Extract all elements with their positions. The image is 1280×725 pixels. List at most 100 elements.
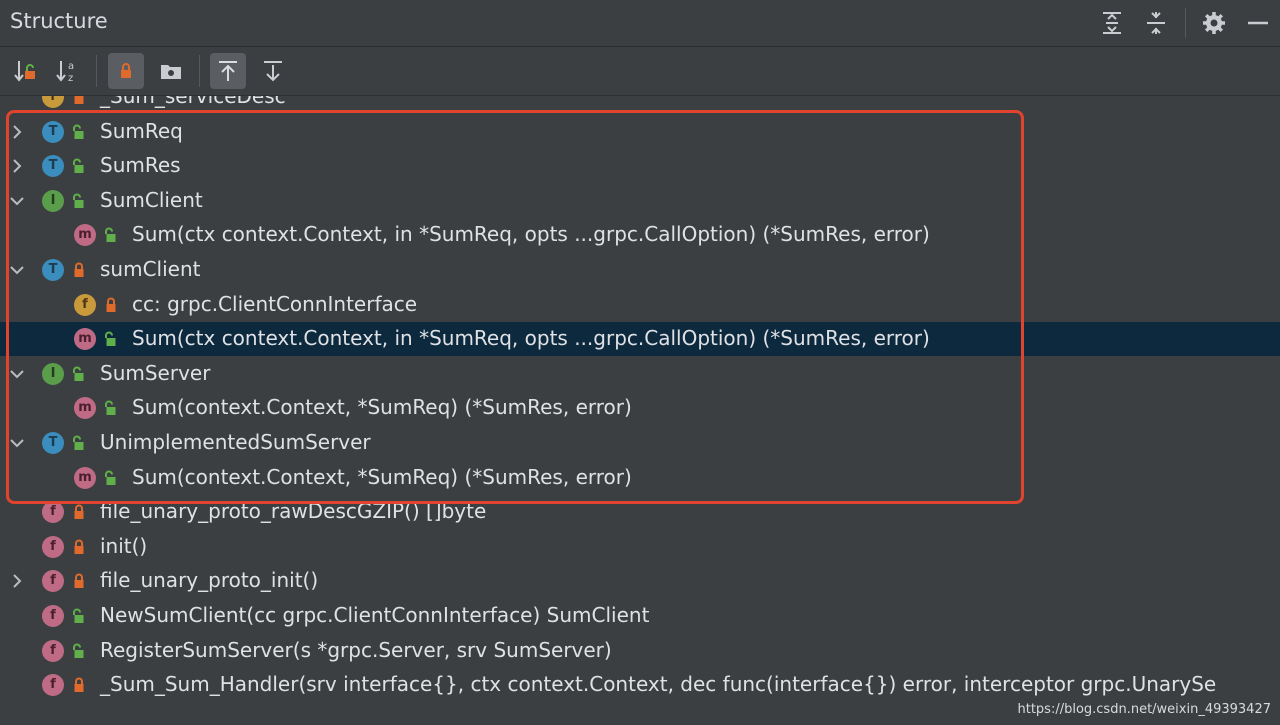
tree-row[interactable]: m Sum(context.Context, *SumReq) (*SumRes,…: [0, 461, 1280, 495]
public-lock-icon: [71, 124, 87, 140]
tree-row[interactable]: f cc: grpc.ClientConnInterface: [0, 288, 1280, 322]
chevron-right-icon[interactable]: [8, 157, 26, 175]
show-non-public-icon: [121, 63, 131, 78]
tree-row[interactable]: T UnimplementedSumServer: [0, 426, 1280, 460]
function-icon: f: [42, 674, 64, 697]
tree-row[interactable]: m Sum(context.Context, *SumReq) (*SumRes,…: [0, 391, 1280, 425]
structure-panel-header: Structure: [0, 0, 1280, 47]
tree-row[interactable]: f file_unary_proto_rawDescGZIP() []byte: [0, 495, 1280, 529]
function-icon: f: [42, 605, 64, 627]
tree-row[interactable]: f _Sum_serviceDesc: [0, 96, 1280, 114]
autoscroll-to-source-button[interactable]: [210, 53, 246, 89]
field-icon: f: [74, 293, 96, 316]
sort-alphabetically-button[interactable]: az: [50, 53, 86, 89]
tree-row-label: file_unary_proto_init(): [100, 568, 319, 593]
public-lock-icon: [71, 608, 87, 624]
tree-row-label: file_unary_proto_rawDescGZIP() []byte: [100, 499, 487, 524]
tree-row-label: cc: grpc.ClientConnInterface: [132, 291, 418, 316]
show-fields-icon: [161, 65, 181, 79]
tree-row-label: SumRes: [100, 153, 181, 178]
tree-row-label: NewSumClient(cc grpc.ClientConnInterface…: [100, 603, 650, 627]
tree-row-label: Sum(ctx context.Context, in *SumReq, opt…: [132, 222, 930, 247]
tree-row-label: Sum(ctx context.Context, in *SumReq, opt…: [132, 326, 930, 351]
sort-alphabetically-icon: az: [56, 61, 74, 84]
autoscroll-from-source-button[interactable]: [255, 53, 291, 89]
function-icon: f: [42, 535, 64, 558]
toolbar-separator: [96, 55, 97, 87]
structure-toolbar: az: [0, 47, 1280, 96]
hide-icon[interactable]: [1245, 10, 1271, 36]
collapse-all-icon[interactable]: [1143, 10, 1169, 36]
tree-row-label: RegisterSumServer(s *grpc.Server, srv Su…: [100, 637, 612, 662]
sort-by-visibility-button[interactable]: [8, 53, 44, 89]
field-icon: f: [42, 96, 64, 108]
method-icon: m: [74, 466, 96, 489]
private-lock-icon: [71, 262, 87, 278]
gear-icon[interactable]: [1201, 10, 1227, 36]
chevron-down-icon[interactable]: [8, 365, 26, 383]
tree-row-label: SumServer: [100, 360, 211, 385]
structure-tree: f _Sum_serviceDesc T SumReq T SumRes I SumClien…: [0, 96, 1280, 725]
show-non-public-button[interactable]: [108, 53, 144, 89]
function-icon: f: [42, 639, 64, 662]
autoscroll-from-source-icon: [264, 61, 282, 82]
tree-row[interactable]: m Sum(ctx context.Context, in *SumReq, op…: [0, 218, 1280, 252]
tree-row-label: SumReq: [100, 118, 183, 143]
interface-icon: I: [42, 189, 64, 212]
public-lock-icon: [103, 331, 119, 347]
expand-all-icon[interactable]: [1099, 10, 1125, 36]
public-lock-icon: [71, 193, 87, 209]
tree-row[interactable]: TsumClient: [0, 253, 1280, 287]
function-icon: f: [42, 501, 64, 524]
tree-row[interactable]: m Sum(ctx context.Context, in *SumReq, op…: [0, 322, 1280, 357]
chevron-right-icon[interactable]: [8, 572, 26, 590]
sort-by-visibility-icon: [14, 61, 35, 82]
tree-row[interactable]: I SumClient: [0, 184, 1280, 218]
chevron-right-icon[interactable]: [8, 123, 26, 141]
method-icon: m: [74, 224, 96, 247]
title-separator: [1185, 8, 1186, 38]
type-icon: T: [42, 432, 64, 454]
tree-row-label: init(): [100, 533, 148, 558]
chevron-down-icon[interactable]: [8, 261, 26, 279]
public-lock-icon: [71, 643, 87, 659]
tree-row[interactable]: f RegisterSumServer(s *grpc.Server, srv S…: [0, 634, 1280, 668]
tree-row-label: Sum(context.Context, *SumReq) (*SumRes, …: [132, 395, 632, 420]
chevron-down-icon[interactable]: [8, 434, 26, 452]
method-icon: m: [74, 328, 96, 351]
private-lock-icon: [71, 96, 87, 105]
tree-row-label: _Sum_Sum_Handler(srv interface{}, ctx co…: [100, 672, 1217, 697]
tree-row-label: _Sum_serviceDesc: [100, 96, 286, 108]
toolbar-separator: [199, 55, 200, 87]
public-lock-icon: [71, 158, 87, 174]
tree-row[interactable]: f _Sum_Sum_Handler(srv interface{}, ctx c…: [0, 668, 1280, 702]
show-fields-button[interactable]: [153, 53, 189, 89]
method-icon: m: [74, 397, 96, 420]
public-lock-icon: [103, 227, 119, 243]
interface-icon: I: [42, 362, 64, 385]
chevron-down-icon[interactable]: [8, 192, 26, 210]
tree-row[interactable]: T SumRes: [0, 149, 1280, 183]
tree-row[interactable]: f file_unary_proto_init(): [0, 564, 1280, 598]
private-lock-icon: [103, 297, 119, 313]
tree-row[interactable]: f NewSumClient(cc grpc.ClientConnInterfac…: [0, 599, 1280, 633]
tree-row-label: Sum(context.Context, *SumReq) (*SumRes, …: [132, 464, 632, 489]
tree-row-label: UnimplementedSumServer: [100, 430, 371, 454]
watermark-text: https://blog.csdn.net/weixin_49393427: [1017, 702, 1271, 717]
type-icon: T: [42, 155, 64, 178]
type-icon: T: [42, 259, 64, 281]
tree-row-label: sumClient: [100, 257, 201, 281]
public-lock-icon: [103, 400, 119, 416]
private-lock-icon: [71, 539, 87, 555]
public-lock-icon: [103, 470, 119, 486]
tree-row[interactable]: f init(): [0, 530, 1280, 564]
tree-row[interactable]: I SumServer: [0, 357, 1280, 391]
tree-row[interactable]: T SumReq: [0, 115, 1280, 149]
public-lock-icon: [71, 435, 87, 451]
svg-text:a: a: [68, 61, 74, 72]
private-lock-icon: [71, 504, 87, 520]
function-icon: f: [42, 570, 64, 593]
private-lock-icon: [71, 677, 87, 693]
public-lock-icon: [71, 366, 87, 382]
private-lock-icon: [71, 573, 87, 589]
